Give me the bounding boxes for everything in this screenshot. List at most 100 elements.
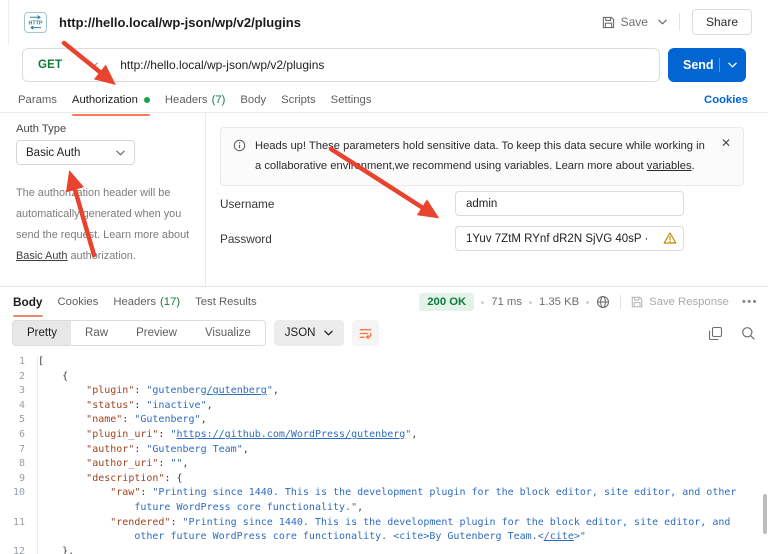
response-tab-headers-label: Headers xyxy=(113,296,156,308)
line-number: 2 xyxy=(0,370,38,385)
sensitive-data-banner: Heads up! These parameters hold sensitiv… xyxy=(220,127,744,186)
response-tab-cookies[interactable]: Cookies xyxy=(58,290,99,314)
save-options-chevron-icon[interactable] xyxy=(658,19,667,25)
auth-type-select[interactable]: Basic Auth xyxy=(16,140,135,165)
response-section-divider xyxy=(0,286,768,287)
line-number: 6 xyxy=(0,428,38,443)
response-body-viewer[interactable]: 1[2 {3 "plugin": "gutenberg/gutenberg",4… xyxy=(0,352,768,554)
banner-close-icon[interactable]: ✕ xyxy=(721,137,731,149)
auth-help-suffix: authorization. xyxy=(67,250,135,262)
banner-text-suffix: . xyxy=(692,160,695,172)
wrap-lines-button[interactable] xyxy=(352,320,379,346)
response-header: Body Cookies Headers (17) Test Results 2… xyxy=(13,288,758,316)
share-button[interactable]: Share xyxy=(692,9,752,35)
line-number: 8 xyxy=(0,457,38,472)
view-pretty-button[interactable]: Pretty xyxy=(13,321,71,345)
meta-separator-dot xyxy=(586,301,589,304)
line-number: 5 xyxy=(0,413,38,428)
format-select[interactable]: JSON xyxy=(274,320,345,346)
send-button[interactable]: Send xyxy=(668,48,746,82)
view-preview-button[interactable]: Preview xyxy=(122,321,191,345)
response-tabs: Body Cookies Headers (17) Test Results xyxy=(13,289,257,315)
tab-settings[interactable]: Settings xyxy=(331,89,372,111)
line-number: 1 xyxy=(0,355,38,370)
modified-indicator-dot xyxy=(144,97,150,103)
response-tab-body[interactable]: Body xyxy=(13,289,43,315)
tab-scripts[interactable]: Scripts xyxy=(281,89,316,111)
tab-authorization-label: Authorization xyxy=(72,94,138,106)
variables-link[interactable]: variables xyxy=(647,160,692,172)
wrap-lines-icon xyxy=(358,326,373,341)
view-visualize-button[interactable]: Visualize xyxy=(191,321,265,345)
password-input[interactable] xyxy=(455,226,684,251)
auth-panel-divider xyxy=(205,113,206,286)
request-url-group: GET http://hello.local/wp-json/wp/v2/plu… xyxy=(22,48,660,82)
view-mode-segmented-control: Pretty Raw Preview Visualize xyxy=(12,320,266,346)
url-input[interactable]: http://hello.local/wp-json/wp/v2/plugins xyxy=(120,58,324,72)
code-lines: 1[2 {3 "plugin": "gutenberg/gutenberg",4… xyxy=(0,355,768,554)
password-label: Password xyxy=(220,232,272,246)
format-chevron-icon xyxy=(324,330,333,336)
meta-separator-dot xyxy=(481,301,484,304)
tab-headers[interactable]: Headers (7) xyxy=(165,89,226,111)
headers-count-badge: (7) xyxy=(212,94,226,106)
status-badge: 200 OK xyxy=(419,293,474,311)
code-line: 6 "plugin_uri": "https://github.com/Word… xyxy=(0,428,768,443)
auth-help-text: The authorization header will be automat… xyxy=(16,183,199,267)
vertical-scrollbar[interactable] xyxy=(763,494,767,534)
code-line: 10 "raw": "Printing since 1440. This is … xyxy=(0,486,768,515)
panel-edge-divider xyxy=(8,0,9,44)
code-line: 4 "status": "inactive", xyxy=(0,399,768,414)
save-icon xyxy=(602,16,615,29)
code-line: 1[ xyxy=(0,355,768,370)
code-line: 11 "rendered": "Printing since 1440. Thi… xyxy=(0,516,768,545)
basic-auth-link[interactable]: Basic Auth xyxy=(16,250,67,262)
response-tab-test-results[interactable]: Test Results xyxy=(195,290,257,314)
svg-text:HTTP: HTTP xyxy=(28,20,42,26)
auth-type-value: Basic Auth xyxy=(26,147,116,159)
save-response-button[interactable]: Save Response xyxy=(631,296,729,308)
tab-headers-label: Headers xyxy=(165,94,208,106)
search-response-icon[interactable] xyxy=(741,326,756,341)
cookies-link[interactable]: Cookies xyxy=(704,94,748,106)
response-time: 71 ms xyxy=(491,296,522,308)
save-button[interactable]: Save xyxy=(602,15,648,29)
send-options-chevron-icon[interactable] xyxy=(719,58,737,72)
topbar-divider xyxy=(679,13,680,31)
code-line: 12 }, xyxy=(0,545,768,554)
tab-params[interactable]: Params xyxy=(18,89,57,111)
save-response-label: Save Response xyxy=(649,296,729,308)
more-options-icon[interactable]: ••• xyxy=(742,296,758,308)
auth-type-label: Auth Type xyxy=(16,123,66,135)
banner-text-body: Heads up! These parameters hold sensitiv… xyxy=(255,140,705,172)
format-value: JSON xyxy=(285,327,316,339)
username-input[interactable] xyxy=(455,191,684,216)
line-number: 7 xyxy=(0,443,38,458)
code-line: 2 { xyxy=(0,370,768,385)
send-label: Send xyxy=(683,58,714,72)
line-number: 12 xyxy=(0,545,38,554)
method-value: GET xyxy=(38,59,62,71)
code-line: 7 "author": "Gutenberg Team", xyxy=(0,443,768,458)
save-response-icon xyxy=(631,296,643,308)
response-tab-headers[interactable]: Headers (17) xyxy=(113,290,180,314)
line-number: 10 xyxy=(0,486,38,515)
method-chevron-icon xyxy=(89,62,98,68)
method-selector[interactable]: GET xyxy=(23,59,98,71)
password-field-wrapper xyxy=(455,226,684,251)
response-size: 1.35 KB xyxy=(539,296,579,308)
network-globe-icon[interactable] xyxy=(596,295,610,309)
code-line: 9 "description": { xyxy=(0,472,768,487)
meta-divider xyxy=(620,295,621,309)
auth-type-chevron-icon xyxy=(116,150,125,156)
copy-response-icon[interactable] xyxy=(708,326,723,341)
meta-separator-dot xyxy=(529,301,532,304)
tab-body[interactable]: Body xyxy=(240,89,266,111)
tabs-bottom-divider xyxy=(0,112,768,113)
line-number: 4 xyxy=(0,399,38,414)
request-tabs: Params Authorization Headers (7) Body Sc… xyxy=(18,88,372,112)
password-warning-icon xyxy=(663,231,677,245)
tab-authorization[interactable]: Authorization xyxy=(72,89,150,111)
save-label: Save xyxy=(621,15,648,29)
view-raw-button[interactable]: Raw xyxy=(71,321,122,345)
